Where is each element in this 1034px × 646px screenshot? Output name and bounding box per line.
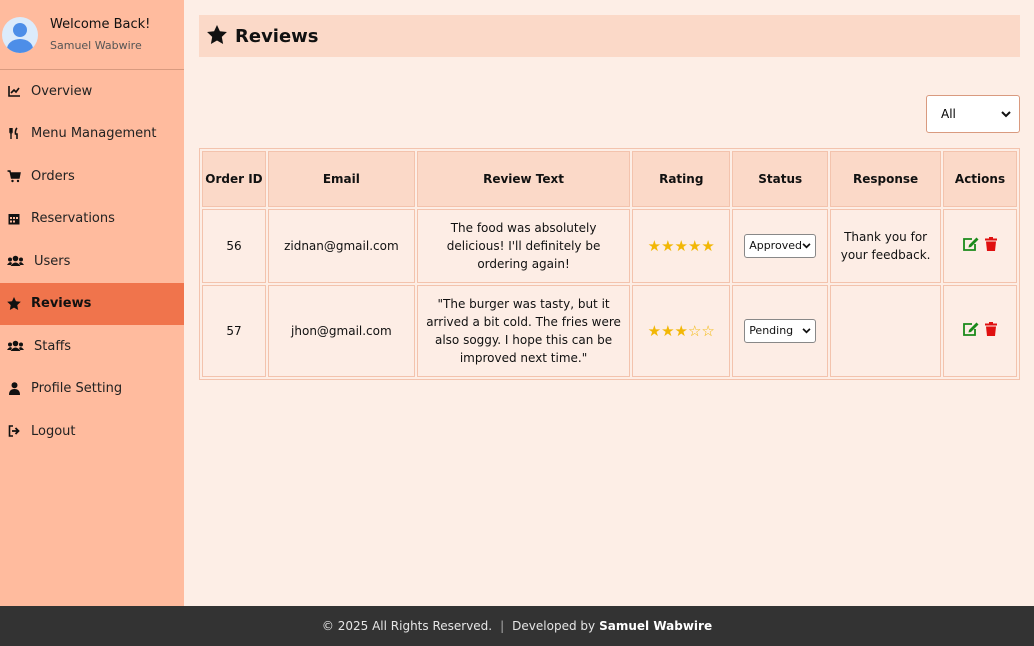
filter-selected-value: All [941, 107, 956, 121]
cell-email: zidnan@gmail.com [267, 209, 415, 283]
sidebar-item-orders[interactable]: Orders [0, 155, 184, 198]
cell-rating: ★★★☆☆ [632, 285, 731, 377]
cell-rating: ★★★★★ [632, 209, 731, 283]
table-row: 57 jhon@gmail.com "The burger was tasty,… [202, 285, 1017, 377]
chart-line-icon [7, 84, 21, 98]
column-header-email: Email [267, 151, 415, 207]
sidebar-item-label: Reservations [31, 211, 115, 227]
column-header-actions: Actions [943, 151, 1017, 207]
sidebar-item-overview[interactable]: Overview [0, 70, 184, 113]
user-icon [7, 382, 21, 396]
copyright-text: © 2025 All Rights Reserved. [321, 619, 493, 633]
calendar-icon [7, 212, 21, 226]
cell-status: Pending [732, 285, 829, 377]
cell-response: Thank you for your feedback. [830, 209, 942, 283]
table-row: 56 zidnan@gmail.com The food was absolut… [202, 209, 1017, 283]
status-value: Approved [749, 239, 802, 252]
sidebar-item-label: Orders [31, 168, 75, 184]
sidebar-item-logout[interactable]: Logout [0, 410, 184, 453]
cell-status: Approved [732, 209, 829, 283]
sign-out-icon [7, 424, 21, 438]
column-header-rating: Rating [632, 151, 731, 207]
chevron-down-icon [802, 328, 811, 334]
footer-separator: | [500, 619, 505, 633]
sidebar: Welcome Back! Samuel Wabwire Overview Me… [0, 0, 184, 606]
page-title: Reviews [235, 25, 319, 47]
shopping-cart-icon [7, 169, 21, 183]
status-value: Pending [749, 324, 794, 337]
star-icon [7, 297, 21, 311]
sidebar-item-label: Menu Management [31, 126, 157, 142]
sidebar-item-label: Profile Setting [31, 381, 123, 397]
cell-email: jhon@gmail.com [267, 285, 415, 377]
status-select[interactable]: Pending [744, 319, 817, 343]
footer: © 2025 All Rights Reserved. | Developed … [0, 606, 1034, 646]
sidebar-item-label: Logout [31, 423, 76, 439]
users-icon [7, 339, 24, 353]
edit-icon[interactable] [963, 322, 979, 341]
rating-stars: ★★★★★ [647, 236, 715, 255]
utensils-icon [7, 127, 21, 141]
sidebar-item-staffs[interactable]: Staffs [0, 325, 184, 368]
sidebar-nav: Overview Menu Management Orders Reservat… [0, 70, 184, 453]
cell-order-id: 56 [202, 209, 266, 283]
main-content: Reviews All Order ID Email Review Text R… [184, 0, 1034, 606]
sidebar-item-reservations[interactable]: Reservations [0, 198, 184, 241]
sidebar-item-menu-management[interactable]: Menu Management [0, 113, 184, 156]
sidebar-item-label: Reviews [31, 296, 92, 312]
star-icon [207, 24, 227, 48]
sidebar-item-users[interactable]: Users [0, 240, 184, 283]
user-name: Samuel Wabwire [50, 39, 142, 52]
users-icon [7, 254, 24, 268]
reviews-table: Order ID Email Review Text Rating Status… [199, 148, 1020, 380]
cell-actions [943, 285, 1017, 377]
sidebar-item-reviews[interactable]: Reviews [0, 282, 184, 325]
column-header-review-text: Review Text [416, 151, 631, 207]
edit-icon[interactable] [963, 237, 979, 256]
status-filter-select[interactable]: All [926, 95, 1020, 133]
cell-review-text: "The burger was tasty, but it arrived a … [416, 285, 631, 377]
cell-review-text: The food was absolutely delicious! I'll … [416, 209, 631, 283]
cell-order-id: 57 [202, 285, 266, 377]
sidebar-item-label: Users [34, 253, 71, 269]
developer-prefix: Developed by [512, 619, 596, 633]
cell-response [830, 285, 942, 377]
sidebar-item-label: Overview [31, 83, 93, 99]
sidebar-item-label: Staffs [34, 338, 72, 354]
welcome-text: Welcome Back! [50, 17, 151, 32]
status-select[interactable]: Approved [744, 234, 817, 258]
sidebar-item-profile-setting[interactable]: Profile Setting [0, 368, 184, 411]
trash-icon[interactable] [985, 236, 997, 256]
trash-icon[interactable] [985, 321, 997, 341]
page-header: Reviews [199, 15, 1020, 57]
table-header-row: Order ID Email Review Text Rating Status… [202, 151, 1017, 207]
column-header-status: Status [732, 151, 829, 207]
column-header-response: Response [830, 151, 942, 207]
avatar [2, 16, 38, 53]
chevron-down-icon [1001, 107, 1011, 121]
column-header-order-id: Order ID [202, 151, 266, 207]
developer-name: Samuel Wabwire [599, 619, 713, 633]
chevron-down-icon [802, 243, 811, 249]
cell-actions [943, 209, 1017, 283]
profile-block: Welcome Back! Samuel Wabwire [0, 0, 184, 70]
rating-stars: ★★★☆☆ [647, 321, 715, 340]
